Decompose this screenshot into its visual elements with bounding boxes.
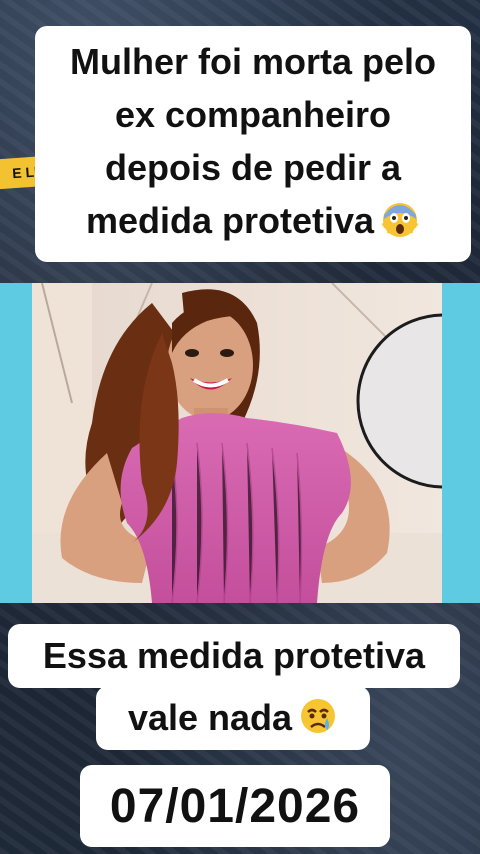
caption-line-2: vale nada bbox=[127, 697, 293, 738]
woman-photo bbox=[32, 283, 442, 603]
headline-text: Mulher foi morta pelo ex companheiro dep… bbox=[60, 35, 446, 253]
date-box: 07/01/2026 bbox=[80, 765, 390, 847]
crying-face-icon bbox=[298, 696, 338, 741]
headline-box: Mulher foi morta pelo ex companheiro dep… bbox=[35, 26, 471, 262]
date-text: 07/01/2026 bbox=[109, 779, 361, 833]
screaming-face-icon bbox=[380, 199, 420, 253]
headline-line-3: depois de pedir a bbox=[104, 147, 402, 188]
caption-box-line-1: Essa medida protetiva bbox=[8, 624, 460, 688]
headline-line-1: Mulher foi morta pelo bbox=[69, 41, 436, 82]
headline-line-4: medida protetiva bbox=[85, 200, 375, 241]
caption-box-line-2: vale nada bbox=[96, 686, 370, 750]
photo-frame-right bbox=[442, 283, 480, 603]
headline-line-2: ex companheiro bbox=[114, 94, 392, 135]
photo-frame-left bbox=[0, 283, 32, 603]
caption-line-1: Essa medida protetiva bbox=[42, 635, 426, 676]
